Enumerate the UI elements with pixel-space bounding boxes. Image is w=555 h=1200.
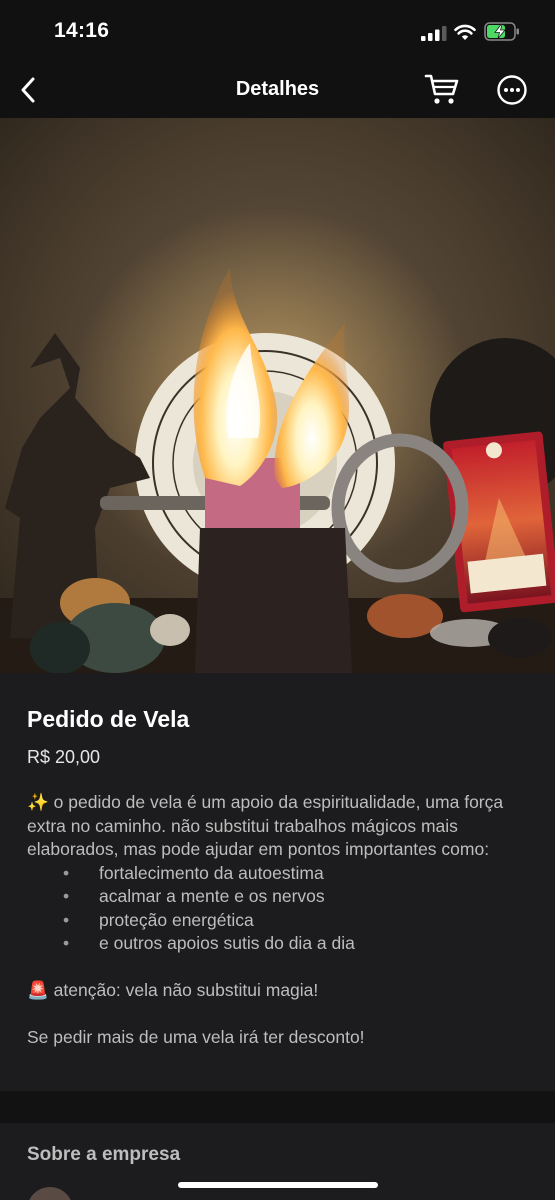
wifi-icon <box>454 24 476 40</box>
cellular-signal-icon <box>421 26 447 41</box>
sparkles-icon: ✨ <box>27 792 49 812</box>
list-item: proteção energética <box>27 909 537 933</box>
home-indicator[interactable] <box>178 1182 378 1188</box>
description-discount: Se pedir mais de uma vela irá ter descon… <box>27 1027 365 1047</box>
list-item: fortalecimento da autoestima <box>27 862 537 886</box>
product-price: R$ 20,00 <box>27 747 101 767</box>
status-bar: 14:16 <box>0 0 555 62</box>
company-section-title: Sobre a empresa <box>27 1144 181 1165</box>
siren-icon: 🚨 <box>27 980 49 1000</box>
list-item: e outros apoios sutis do dia a dia <box>27 932 537 956</box>
product-title: Pedido de Vela <box>27 706 190 732</box>
company-avatar[interactable] <box>27 1187 73 1200</box>
status-time: 14:16 <box>54 19 110 42</box>
cart-icon[interactable] <box>424 72 460 106</box>
product-description: ✨ o pedido de vela é um apoio da espirit… <box>27 791 537 1050</box>
page-title: Detalhes <box>235 78 320 100</box>
description-warning: 🚨 atenção: vela não substitui magia! <box>27 979 537 1003</box>
description-intro-text: o pedido de vela é um apoio da espiritua… <box>27 792 504 859</box>
battery-charging-icon <box>484 22 519 41</box>
description-warning-text: atenção: vela não substitui magia! <box>48 980 319 1000</box>
company-section: Sobre a empresa <box>0 1123 555 1200</box>
product-details: Pedido de Vela R$ 20,00 ✨ o pedido de ve… <box>0 673 555 1091</box>
list-item: acalmar a mente e os nervos <box>27 885 537 909</box>
description-intro: ✨ o pedido de vela é um apoio da espirit… <box>27 791 537 862</box>
nav-bar: Detalhes <box>0 62 555 118</box>
product-photo <box>0 118 555 673</box>
more-options-icon[interactable] <box>496 74 528 106</box>
section-divider <box>0 1091 555 1123</box>
description-bullet-list: fortalecimento da autoestima acalmar a m… <box>27 862 537 956</box>
